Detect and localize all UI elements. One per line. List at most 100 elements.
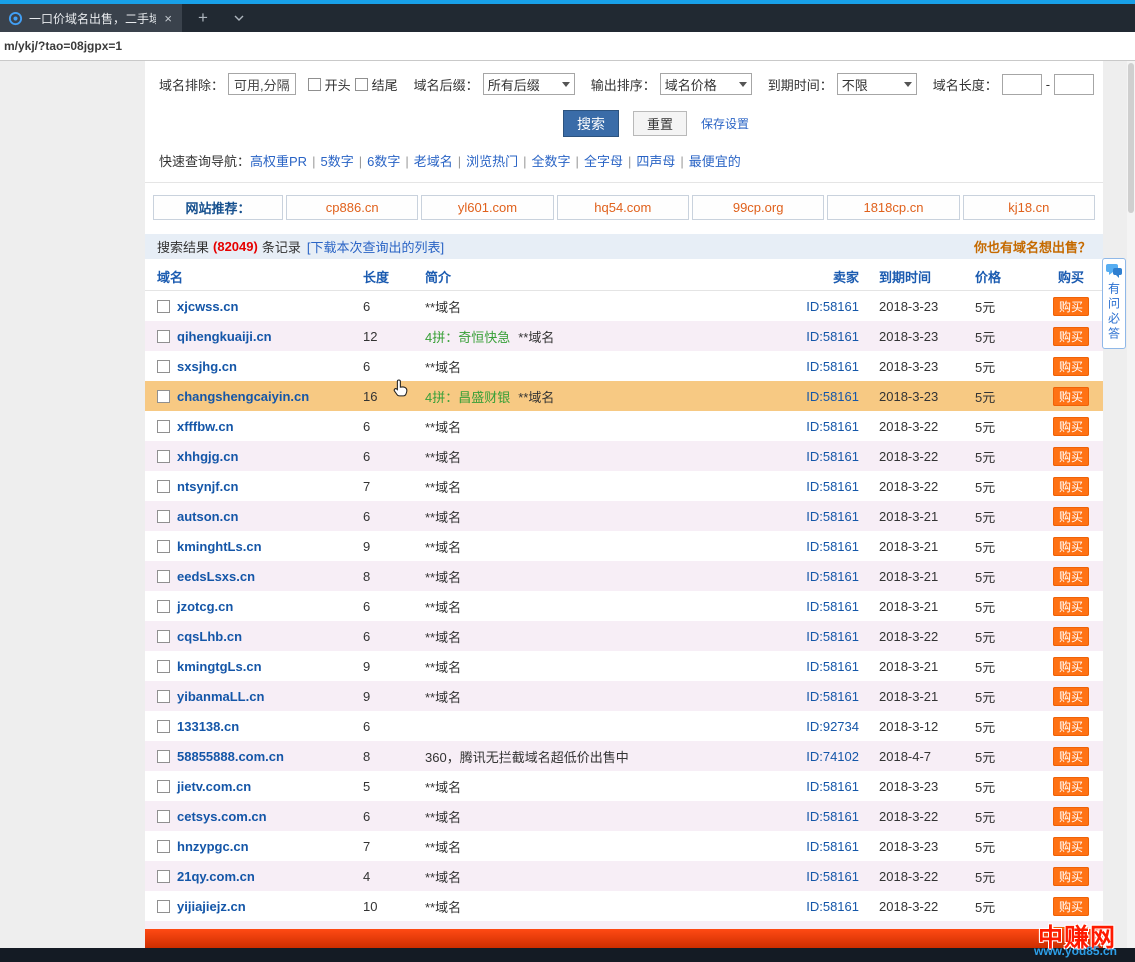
seller-link[interactable]: ID:58161 xyxy=(806,599,859,614)
buy-button[interactable]: 购买 xyxy=(1053,897,1089,916)
buy-button[interactable]: 购买 xyxy=(1053,417,1089,436)
quick-nav-link[interactable]: 浏览热门 xyxy=(466,154,518,169)
buy-button[interactable]: 购买 xyxy=(1053,447,1089,466)
exclude-input[interactable]: 可用,分隔 xyxy=(228,73,296,95)
row-checkbox[interactable] xyxy=(157,900,170,913)
seller-link[interactable]: ID:92734 xyxy=(806,719,859,734)
row-checkbox[interactable] xyxy=(157,510,170,523)
reset-button[interactable]: 重置 xyxy=(633,111,687,136)
scrollbar[interactable] xyxy=(1127,61,1135,948)
row-checkbox[interactable] xyxy=(157,690,170,703)
quick-nav-link[interactable]: 全数字 xyxy=(532,154,571,169)
row-checkbox[interactable] xyxy=(157,660,170,673)
seller-link[interactable]: ID:58161 xyxy=(806,419,859,434)
quick-nav-link[interactable]: 高权重PR xyxy=(250,154,307,169)
suffix-checkbox[interactable] xyxy=(355,78,368,91)
recommend-site-link[interactable]: cp886.cn xyxy=(286,195,418,220)
browser-tab[interactable]: 一口价域名出售，二手域 × xyxy=(0,4,182,32)
quick-nav-link[interactable]: 5数字 xyxy=(320,154,353,169)
header-seller[interactable]: 卖家 xyxy=(783,267,871,286)
row-checkbox[interactable] xyxy=(157,480,170,493)
domain-link[interactable]: xfffbw.cn xyxy=(177,419,234,434)
row-checkbox[interactable] xyxy=(157,870,170,883)
header-price[interactable]: 价格 xyxy=(967,267,1039,286)
buy-button[interactable]: 购买 xyxy=(1053,357,1089,376)
domain-link[interactable]: kminghtLs.cn xyxy=(177,539,262,554)
buy-button[interactable]: 购买 xyxy=(1053,747,1089,766)
seller-link[interactable]: ID:58161 xyxy=(806,329,859,344)
download-list-link[interactable]: [下载本次查询出的列表] xyxy=(307,237,444,256)
tab-close-icon[interactable]: × xyxy=(162,11,174,26)
qa-float-widget[interactable]: 有问必答 xyxy=(1102,258,1126,349)
domain-link[interactable]: kmingtgLs.cn xyxy=(177,659,262,674)
buy-button[interactable]: 购买 xyxy=(1053,717,1089,736)
seller-link[interactable]: ID:74102 xyxy=(806,749,859,764)
seller-link[interactable]: ID:58161 xyxy=(806,389,859,404)
domain-link[interactable]: 58855888.com.cn xyxy=(177,749,284,764)
domain-link[interactable]: hnzypgc.cn xyxy=(177,839,249,854)
prefix-checkbox[interactable] xyxy=(308,78,321,91)
buy-button[interactable]: 购买 xyxy=(1053,507,1089,526)
recommend-site-link[interactable]: kj18.cn xyxy=(963,195,1095,220)
row-checkbox[interactable] xyxy=(157,570,170,583)
domain-link[interactable]: sxsjhg.cn xyxy=(177,359,237,374)
seller-link[interactable]: ID:58161 xyxy=(806,479,859,494)
domain-link[interactable]: cetsys.com.cn xyxy=(177,809,267,824)
save-settings-link[interactable]: 保存设置 xyxy=(701,115,749,132)
recommend-site-link[interactable]: hq54.com xyxy=(557,195,689,220)
recommend-site-link[interactable]: 1818cp.cn xyxy=(827,195,959,220)
search-button[interactable]: 搜索 xyxy=(563,110,619,137)
quick-nav-link[interactable]: 最便宜的 xyxy=(689,154,741,169)
domain-link[interactable]: 133138.cn xyxy=(177,719,239,734)
seller-link[interactable]: ID:58161 xyxy=(806,539,859,554)
scrollbar-thumb[interactable] xyxy=(1128,63,1134,213)
domain-link[interactable]: ntsynjf.cn xyxy=(177,479,238,494)
row-checkbox[interactable] xyxy=(157,600,170,613)
row-checkbox[interactable] xyxy=(157,810,170,823)
seller-link[interactable]: ID:58161 xyxy=(806,779,859,794)
buy-button[interactable]: 购买 xyxy=(1053,687,1089,706)
recommend-site-link[interactable]: yl601.com xyxy=(421,195,553,220)
domain-link[interactable]: yijiajiejz.cn xyxy=(177,899,246,914)
row-checkbox[interactable] xyxy=(157,390,170,403)
header-intro[interactable]: 简介 xyxy=(411,267,783,286)
seller-link[interactable]: ID:58161 xyxy=(806,659,859,674)
seller-link[interactable]: ID:58161 xyxy=(806,569,859,584)
buy-button[interactable]: 购买 xyxy=(1053,297,1089,316)
row-checkbox[interactable] xyxy=(157,450,170,463)
row-checkbox[interactable] xyxy=(157,330,170,343)
quick-nav-link[interactable]: 四声母 xyxy=(636,154,675,169)
domain-link[interactable]: qihengkuaiji.cn xyxy=(177,329,272,344)
seller-link[interactable]: ID:58161 xyxy=(806,509,859,524)
quick-nav-link[interactable]: 6数字 xyxy=(367,154,400,169)
buy-button[interactable]: 购买 xyxy=(1053,327,1089,346)
domain-link[interactable]: cqsLhb.cn xyxy=(177,629,242,644)
row-checkbox[interactable] xyxy=(157,540,170,553)
seller-link[interactable]: ID:58161 xyxy=(806,869,859,884)
domain-link[interactable]: 21qy.com.cn xyxy=(177,869,255,884)
quick-nav-link[interactable]: 全字母 xyxy=(584,154,623,169)
domain-link[interactable]: autson.cn xyxy=(177,509,238,524)
seller-link[interactable]: ID:58161 xyxy=(806,839,859,854)
quick-nav-link[interactable]: 老域名 xyxy=(414,154,453,169)
header-domain[interactable]: 域名 xyxy=(145,267,363,286)
sell-domain-link[interactable]: 你也有域名想出售？ xyxy=(974,237,1091,256)
row-checkbox[interactable] xyxy=(157,750,170,763)
buy-button[interactable]: 购买 xyxy=(1053,867,1089,886)
buy-button[interactable]: 购买 xyxy=(1053,477,1089,496)
tab-list-chevron-icon[interactable] xyxy=(224,15,254,21)
row-checkbox[interactable] xyxy=(157,630,170,643)
row-checkbox[interactable] xyxy=(157,720,170,733)
length-max-input[interactable] xyxy=(1054,74,1094,95)
buy-button[interactable]: 购买 xyxy=(1053,567,1089,586)
row-checkbox[interactable] xyxy=(157,780,170,793)
seller-link[interactable]: ID:58161 xyxy=(806,689,859,704)
seller-link[interactable]: ID:58161 xyxy=(806,809,859,824)
new-tab-button[interactable]: + xyxy=(182,8,224,28)
length-min-input[interactable] xyxy=(1002,74,1042,95)
seller-link[interactable]: ID:58161 xyxy=(806,449,859,464)
domain-link[interactable]: jzotcg.cn xyxy=(177,599,233,614)
buy-button[interactable]: 购买 xyxy=(1053,807,1089,826)
domain-link[interactable]: jietv.com.cn xyxy=(177,779,251,794)
domain-link[interactable]: yibanmaLL.cn xyxy=(177,689,264,704)
